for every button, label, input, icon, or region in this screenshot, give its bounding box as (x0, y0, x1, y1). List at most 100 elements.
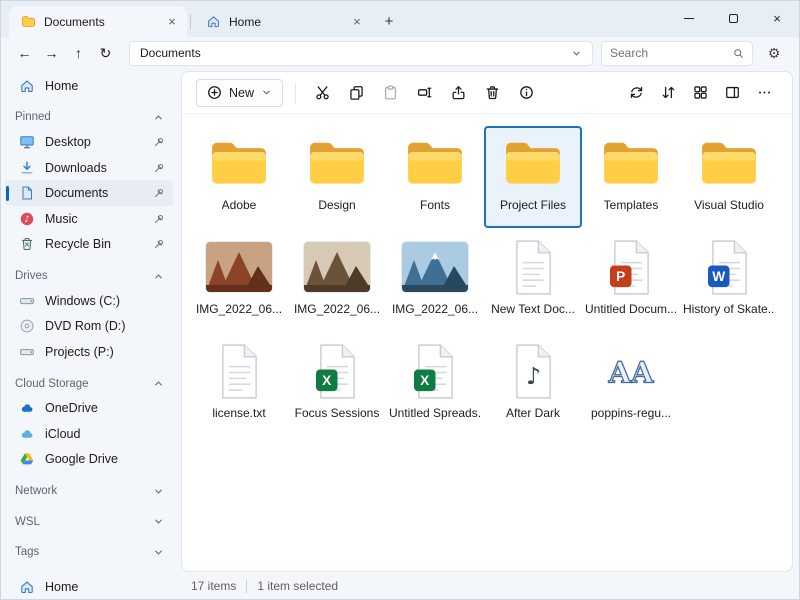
sidebar-item-label: Recycle Bin (45, 237, 143, 251)
sidebar-section-cloud-storage[interactable]: Cloud Storage (1, 372, 177, 396)
sidebar-item-documents[interactable]: Documents (5, 180, 173, 206)
file-tile-img-2022-06[interactable]: IMG_2022_06... (386, 230, 484, 332)
svg-text:X: X (322, 373, 332, 388)
cut-button[interactable] (308, 79, 336, 107)
sidebar-item-dvd-rom-d[interactable]: DVD Rom (D:) (5, 314, 173, 340)
pin-icon[interactable] (153, 238, 165, 250)
main-pane: New AdobeDesign Fonts Project Files Templat… (179, 69, 799, 600)
file-label: Fonts (420, 198, 450, 212)
address-bar[interactable]: Documents (129, 41, 593, 66)
sidebar-section-wsl[interactable]: WSL (1, 510, 177, 534)
sidebar-item-home[interactable]: Home (5, 574, 173, 600)
pin-icon[interactable] (153, 136, 165, 148)
chevron-up-icon[interactable] (153, 378, 164, 389)
file-tile-adobe[interactable]: Adobe (190, 126, 288, 228)
refresh-button[interactable]: ↻ (92, 40, 119, 66)
downloads-icon (19, 160, 35, 176)
sidebar-item-onedrive[interactable]: OneDrive (5, 395, 173, 421)
tab-label: Documents (44, 15, 155, 29)
new-tab-button[interactable]: + (376, 9, 402, 33)
cut-icon (315, 85, 330, 100)
more-options-button[interactable] (750, 79, 778, 107)
chevron-down-icon[interactable] (571, 48, 582, 59)
address-text: Documents (140, 46, 565, 60)
tab-documents[interactable]: Documents × (9, 6, 187, 37)
onedrive-icon (19, 400, 35, 416)
details-pane-icon (725, 85, 740, 100)
chevron-up-icon[interactable] (153, 271, 164, 282)
search-placeholder: Search (610, 46, 727, 60)
file-tile-focus-sessions[interactable]: XFocus Sessions (288, 334, 386, 436)
share-button[interactable] (444, 79, 472, 107)
file-tile-poppins-regu[interactable]: AApoppins-regu... (582, 334, 680, 436)
sidebar-item-projects-p[interactable]: Projects (P:) (5, 339, 173, 365)
sort-button[interactable] (654, 79, 682, 107)
forward-button[interactable]: → (38, 40, 65, 66)
sidebar-section-network[interactable]: Network (1, 479, 177, 503)
tab-close-icon[interactable]: × (348, 13, 366, 31)
info-button[interactable] (512, 79, 540, 107)
search-box[interactable]: Search (601, 41, 753, 66)
file-tile-untitled-docum[interactable]: PUntitled Docum... (582, 230, 680, 332)
rename-button[interactable] (410, 79, 438, 107)
sidebar-item-google-drive[interactable]: Google Drive (5, 447, 173, 473)
file-tile-after-dark[interactable]: ♪After Dark (484, 334, 582, 436)
back-button[interactable]: ← (11, 40, 38, 66)
folder-icon (502, 131, 564, 195)
up-button[interactable]: ↑ (65, 40, 92, 66)
delete-button[interactable] (478, 79, 506, 107)
view-icon (693, 85, 708, 100)
toolbar-right-group (622, 79, 778, 107)
tab-close-icon[interactable]: × (163, 13, 181, 31)
pin-icon[interactable] (153, 213, 165, 225)
pin-icon[interactable] (153, 187, 165, 199)
sidebar-section-drives[interactable]: Drives (1, 264, 177, 288)
chevron-up-icon[interactable] (153, 112, 164, 123)
sidebar-item-windows-c[interactable]: Windows (C:) (5, 288, 173, 314)
sidebar-item-icloud[interactable]: iCloud (5, 421, 173, 447)
close-button[interactable]: × (755, 1, 799, 35)
chevron-down-icon[interactable] (153, 486, 164, 497)
maximize-button[interactable] (711, 1, 755, 35)
copy-button[interactable] (342, 79, 370, 107)
sidebar-item-desktop[interactable]: Desktop (5, 129, 173, 155)
paste-button[interactable] (376, 79, 404, 107)
sidebar-item-downloads[interactable]: Downloads (5, 155, 173, 181)
settings-gear-button[interactable]: ⚙ (761, 40, 787, 66)
chevron-down-icon[interactable] (153, 547, 164, 558)
file-tile-license-txt[interactable]: license.txt (190, 334, 288, 436)
image-thumbnail (304, 235, 370, 299)
sidebar-section-label: WSL (15, 516, 153, 528)
file-tile-img-2022-06[interactable]: IMG_2022_06... (190, 230, 288, 332)
sidebar-item-home[interactable]: Home (5, 73, 173, 99)
sync-button[interactable] (622, 79, 650, 107)
file-tile-visual-studio[interactable]: Visual Studio (680, 126, 778, 228)
details-pane-button[interactable] (718, 79, 746, 107)
sidebar-item-recycle-bin[interactable]: Recycle Bin (5, 232, 173, 258)
view-button[interactable] (686, 79, 714, 107)
chevron-down-icon[interactable] (153, 516, 164, 527)
sidebar-section-pinned[interactable]: Pinned (1, 106, 177, 130)
excel-file-icon: X (315, 339, 360, 403)
file-tile-history-of-skate[interactable]: WHistory of Skate... (680, 230, 778, 332)
sidebar-section-tags[interactable]: Tags (1, 541, 177, 565)
file-tile-templates[interactable]: Templates (582, 126, 680, 228)
sidebar-item-label: iCloud (45, 427, 165, 441)
sidebar-item-music[interactable]: ♪Music (5, 206, 173, 232)
pin-icon[interactable] (153, 162, 165, 174)
file-tile-untitled-spreads[interactable]: XUntitled Spreads... (386, 334, 484, 436)
file-label: Project Files (500, 198, 566, 212)
tab-divider (190, 14, 191, 29)
minimize-button[interactable] (667, 1, 711, 35)
file-tile-design[interactable]: Design (288, 126, 386, 228)
file-tile-new-text-doc[interactable]: New Text Doc... (484, 230, 582, 332)
file-tile-fonts[interactable]: Fonts (386, 126, 484, 228)
file-label: Templates (604, 198, 659, 212)
tab-home[interactable]: Home × (194, 6, 372, 37)
sidebar: Home PinnedDesktopDownloadsDocuments♪Musi… (1, 69, 179, 600)
file-tile-project-files[interactable]: Project Files (484, 126, 582, 228)
sidebar-section-label: Cloud Storage (15, 378, 153, 390)
file-tile-img-2022-06[interactable]: IMG_2022_06... (288, 230, 386, 332)
new-button[interactable]: New (196, 79, 283, 107)
file-label: New Text Doc... (491, 302, 575, 316)
